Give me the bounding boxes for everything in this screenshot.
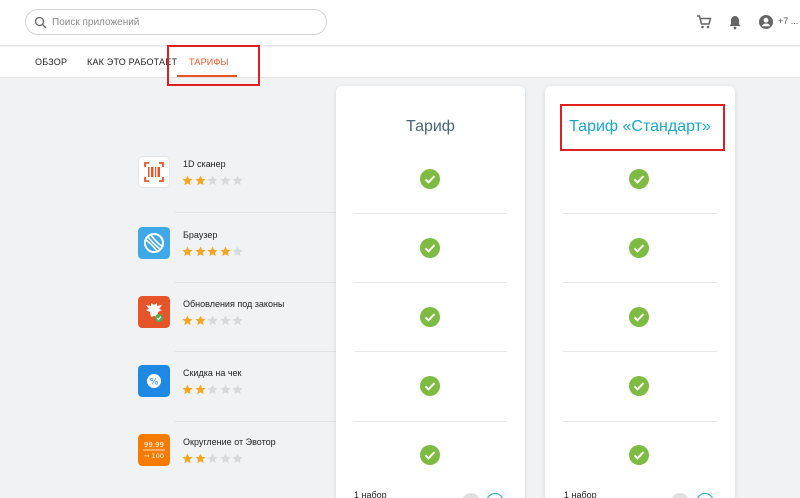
check-icon xyxy=(629,238,649,263)
star-filled-icon xyxy=(182,246,193,257)
check-icon xyxy=(420,169,440,194)
annotation-box-tariffs-tab xyxy=(167,45,260,86)
rating-stars xyxy=(182,313,245,327)
check-icon xyxy=(629,376,649,401)
star-filled-icon xyxy=(182,453,193,464)
star-filled-icon xyxy=(220,246,230,257)
divider xyxy=(175,351,337,352)
star-empty-icon xyxy=(207,175,218,186)
minus-button[interactable] xyxy=(462,493,480,498)
star-empty-icon xyxy=(232,315,243,326)
rating-stars xyxy=(182,382,245,396)
divider xyxy=(175,282,337,283)
star-filled-icon xyxy=(207,246,218,257)
bell-icon[interactable] xyxy=(727,14,743,30)
svg-text:%: % xyxy=(150,378,159,388)
divider xyxy=(563,351,717,352)
check-icon xyxy=(629,169,649,194)
divider xyxy=(354,282,507,283)
app-name: Округление от Эвотор xyxy=(183,437,276,447)
app-item-browser[interactable]: Браузер xyxy=(138,227,338,267)
plan-title: Тариф xyxy=(406,118,455,135)
star-filled-icon xyxy=(195,246,205,257)
plus-button[interactable] xyxy=(696,493,714,498)
rating-stars xyxy=(182,244,245,258)
annotation-box-standard-plan xyxy=(560,104,725,151)
minus-button[interactable] xyxy=(671,493,689,498)
search-bar[interactable] xyxy=(25,9,327,35)
app-item-1d-scanner[interactable]: 1D сканер xyxy=(138,156,338,196)
user-avatar-icon[interactable] xyxy=(758,14,774,30)
rounding-logo-top: 99.99 xyxy=(144,441,164,449)
check-icon xyxy=(420,445,440,470)
star-empty-icon xyxy=(220,384,230,395)
divider xyxy=(175,421,337,422)
app-name: Обновления под законы xyxy=(183,299,285,309)
check-icon xyxy=(629,445,649,470)
star-empty-icon xyxy=(232,384,243,395)
star-filled-icon xyxy=(195,175,205,186)
app-item-law-updates[interactable]: Обновления под законы xyxy=(138,296,338,336)
divider xyxy=(563,421,717,422)
check-icon xyxy=(629,307,649,332)
app-item-rounding[interactable]: 99.99 → 100 Округление от Эвотор xyxy=(138,434,338,474)
search-icon xyxy=(34,16,47,29)
star-filled-icon xyxy=(182,384,193,395)
top-header: +7 ... xyxy=(0,0,800,46)
law-updates-eagle-icon xyxy=(138,296,170,328)
tab-overview[interactable]: ОБЗОР xyxy=(35,57,67,67)
rating-stars xyxy=(182,173,245,187)
divider xyxy=(563,213,717,214)
cart-icon[interactable] xyxy=(696,14,712,30)
app-item-receipt-discount[interactable]: % Скидка на чек xyxy=(138,365,338,405)
check-icon xyxy=(420,376,440,401)
divider xyxy=(354,421,507,422)
user-phone[interactable]: +7 ... xyxy=(778,16,798,26)
app-name: Скидка на чек xyxy=(183,368,242,378)
star-filled-icon xyxy=(195,384,205,395)
rounding-icon: 99.99 → 100 xyxy=(138,434,170,466)
search-input[interactable] xyxy=(52,14,312,31)
rating-stars xyxy=(182,451,245,465)
star-filled-icon xyxy=(182,175,193,186)
star-empty-icon xyxy=(207,384,218,395)
nav-tabs: ОБЗОР КАК ЭТО РАБОТАЕТ ТАРИФЫ xyxy=(0,47,800,78)
star-empty-icon xyxy=(232,453,243,464)
divider xyxy=(563,282,717,283)
discount-percent-icon: % xyxy=(138,365,170,397)
divider xyxy=(354,351,507,352)
star-empty-icon xyxy=(232,246,243,257)
check-icon xyxy=(420,238,440,263)
star-empty-icon xyxy=(207,315,218,326)
barcode-scanner-icon xyxy=(138,156,170,188)
tab-how-it-works[interactable]: КАК ЭТО РАБОТАЕТ xyxy=(87,57,177,67)
star-empty-icon xyxy=(220,453,230,464)
app-name: 1D сканер xyxy=(183,159,226,169)
plan-card-basic: Тариф 1 набор xyxy=(336,86,525,498)
star-empty-icon xyxy=(232,175,243,186)
star-empty-icon xyxy=(220,315,230,326)
star-filled-icon xyxy=(195,453,205,464)
divider xyxy=(354,213,507,214)
plan-footer-label: 1 набор xyxy=(564,490,597,498)
divider xyxy=(175,212,337,213)
app-name: Браузер xyxy=(183,230,218,240)
star-empty-icon xyxy=(220,175,230,186)
plus-button[interactable] xyxy=(486,493,504,498)
browser-globe-icon xyxy=(138,227,170,259)
star-filled-icon xyxy=(195,315,205,326)
check-icon xyxy=(420,307,440,332)
plan-footer-label: 1 набор xyxy=(354,490,387,498)
rounding-logo-bottom: → 100 xyxy=(144,452,164,460)
star-filled-icon xyxy=(182,315,193,326)
star-empty-icon xyxy=(207,453,218,464)
